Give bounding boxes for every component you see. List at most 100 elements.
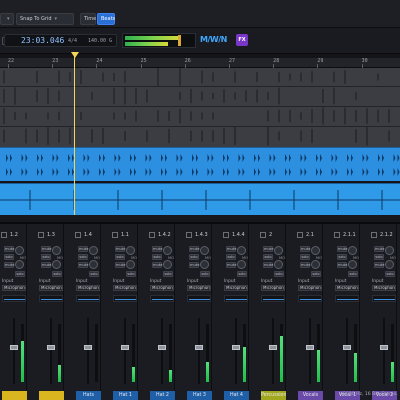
time-toggle[interactable]: Time (80, 13, 96, 25)
solo-button[interactable]: solo (4, 254, 14, 260)
mute-button[interactable]: mute (78, 246, 88, 252)
checkbox-icon[interactable] (38, 232, 44, 238)
solo-button[interactable]: solo (115, 254, 125, 260)
volume-fader[interactable] (121, 345, 129, 350)
mute-button[interactable]: mute (374, 246, 384, 252)
checkbox-icon[interactable] (186, 232, 192, 238)
volume-fader[interactable] (195, 345, 203, 350)
mute-button[interactable]: mute (226, 246, 236, 252)
mute-button[interactable]: mute (337, 246, 347, 252)
solo-button-2[interactable]: solo (15, 271, 25, 277)
solo-button-2[interactable]: solo (89, 271, 99, 277)
input-select[interactable]: Microphone ( (298, 285, 322, 291)
bass-track[interactable] (0, 183, 400, 215)
input-select[interactable]: Microphone ( (150, 285, 174, 291)
gain-knob[interactable] (126, 260, 135, 269)
time-display[interactable]: 23:03.046 4/4 140.00 G (4, 34, 117, 47)
pan-knob[interactable] (200, 246, 209, 255)
gain-knob[interactable] (163, 260, 172, 269)
mute-button-2[interactable]: mute (263, 262, 273, 268)
input-select[interactable]: Microphone ( (372, 285, 396, 291)
solo-button-2[interactable]: solo (52, 271, 62, 277)
checkbox-icon[interactable] (334, 232, 340, 238)
mute-button-2[interactable]: mute (41, 262, 51, 268)
snap-dropdown[interactable]: Snap To Grid ▾ (16, 13, 74, 25)
mute-button[interactable]: mute (189, 246, 199, 252)
solo-button[interactable]: solo (41, 254, 51, 260)
timeline-ruler[interactable]: 22 23 24 25 26 27 28 29 30 (0, 58, 400, 68)
input-select[interactable]: Microphone ( (335, 285, 359, 291)
input-select[interactable]: Microphone ( (261, 285, 285, 291)
gain-knob[interactable] (15, 260, 24, 269)
input-select[interactable]: Microphone ( (187, 285, 211, 291)
mute-button[interactable]: mute (300, 246, 310, 252)
gain-knob[interactable] (89, 260, 98, 269)
pan-knob[interactable] (348, 246, 357, 255)
pan-knob[interactable] (52, 246, 61, 255)
grid-dropdown[interactable]: ▾ (0, 13, 14, 25)
solo-button[interactable]: solo (189, 254, 199, 260)
solo-button[interactable]: solo (300, 254, 310, 260)
input-select[interactable]: Microphone ( (113, 285, 137, 291)
mute-button-2[interactable]: mute (4, 262, 14, 268)
solo-button[interactable]: solo (337, 254, 347, 260)
beats-toggle[interactable]: Beats (97, 13, 115, 25)
volume-fader[interactable] (380, 345, 388, 350)
pan-knob[interactable] (89, 246, 98, 255)
playhead-handle[interactable] (71, 52, 79, 58)
pan-knob[interactable] (15, 246, 24, 255)
mute-button[interactable]: mute (152, 246, 162, 252)
pan-knob[interactable] (126, 246, 135, 255)
fx-button[interactable]: FX (236, 34, 248, 46)
drum-tracks[interactable] (0, 68, 400, 147)
solo-button[interactable]: solo (263, 254, 273, 260)
solo-button-2[interactable]: solo (274, 271, 284, 277)
solo-button[interactable]: solo (152, 254, 162, 260)
solo-button-2[interactable]: solo (200, 271, 210, 277)
gain-knob[interactable] (52, 260, 61, 269)
checkbox-icon[interactable] (297, 232, 303, 238)
solo-button-2[interactable]: solo (311, 271, 321, 277)
solo-button[interactable]: solo (374, 254, 384, 260)
mute-button-2[interactable]: mute (152, 262, 162, 268)
gain-knob[interactable] (237, 260, 246, 269)
input-select[interactable]: Microphone ( (224, 285, 248, 291)
solo-button-2[interactable]: solo (385, 271, 395, 277)
volume-fader[interactable] (269, 345, 277, 350)
checkbox-icon[interactable] (112, 232, 118, 238)
gain-knob[interactable] (274, 260, 283, 269)
gain-knob[interactable] (348, 260, 357, 269)
volume-fader[interactable] (343, 345, 351, 350)
pan-knob[interactable] (385, 246, 394, 255)
hat-track[interactable] (0, 147, 400, 181)
mute-button-2[interactable]: mute (300, 262, 310, 268)
gain-knob[interactable] (385, 260, 394, 269)
solo-button-2[interactable]: solo (163, 271, 173, 277)
solo-button[interactable]: solo (226, 254, 236, 260)
mute-button-2[interactable]: mute (226, 262, 236, 268)
volume-fader[interactable] (232, 345, 240, 350)
pan-knob[interactable] (163, 246, 172, 255)
checkbox-icon[interactable] (75, 232, 81, 238)
mute-button-2[interactable]: mute (374, 262, 384, 268)
mute-button[interactable]: mute (41, 246, 51, 252)
gain-knob[interactable] (200, 260, 209, 269)
solo-button-2[interactable]: solo (348, 271, 358, 277)
input-select[interactable]: Microphone ( (76, 285, 100, 291)
mute-button-2[interactable]: mute (115, 262, 125, 268)
checkbox-icon[interactable] (371, 232, 377, 238)
volume-fader[interactable] (306, 345, 314, 350)
pan-knob[interactable] (274, 246, 283, 255)
gain-knob[interactable] (311, 260, 320, 269)
checkbox-icon[interactable] (260, 232, 266, 238)
pan-knob[interactable] (237, 246, 246, 255)
checkbox-icon[interactable] (149, 232, 155, 238)
solo-button-2[interactable]: solo (126, 271, 136, 277)
volume-fader[interactable] (158, 345, 166, 350)
mute-button-2[interactable]: mute (189, 262, 199, 268)
checkbox-icon[interactable] (1, 232, 7, 238)
mute-button[interactable]: mute (115, 246, 125, 252)
mute-button[interactable]: mute (4, 246, 14, 252)
volume-fader[interactable] (47, 345, 55, 350)
input-select[interactable]: Microphone ( (2, 285, 26, 291)
